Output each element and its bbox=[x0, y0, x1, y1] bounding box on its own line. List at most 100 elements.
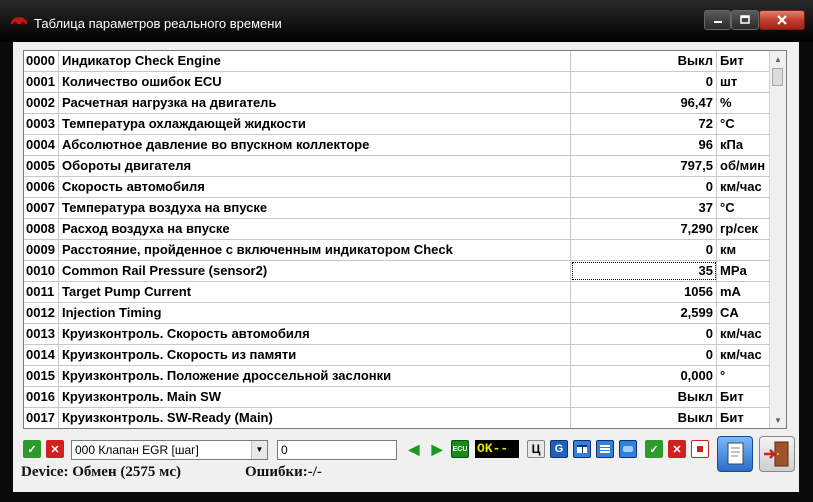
exit-button[interactable] bbox=[759, 436, 795, 472]
param-value[interactable]: 2,599 bbox=[571, 303, 717, 323]
param-value[interactable]: 96 bbox=[571, 135, 717, 155]
table-row[interactable]: 0008 Расход воздуха на впуске 7,290 гр/сек bbox=[24, 219, 772, 240]
stop-icon[interactable] bbox=[691, 440, 709, 458]
close-button[interactable] bbox=[759, 10, 805, 30]
g-button[interactable]: G bbox=[550, 440, 568, 458]
arrow-right-icon[interactable]: ▶ bbox=[428, 440, 446, 458]
table-row[interactable]: 0005 Обороты двигателя 797,5 об/мин bbox=[24, 156, 772, 177]
param-id: 0016 bbox=[24, 387, 59, 407]
table-row[interactable]: 0002 Расчетная нагрузка на двигатель 96,47… bbox=[24, 93, 772, 114]
client-area: 0000 Индикатор Check Engine Выкл Бит 0001 Кол… bbox=[13, 42, 799, 492]
exit-door-icon bbox=[764, 441, 789, 467]
table-row[interactable]: 0007 Температура воздуха на впуске 37 °C bbox=[24, 198, 772, 219]
ecu-icon[interactable]: ECU bbox=[451, 440, 469, 458]
vertical-scrollbar[interactable]: ▲ ▼ bbox=[769, 51, 786, 428]
table-row[interactable]: 0010 Common Rail Pressure (sensor2) 35 MPa bbox=[24, 261, 772, 282]
param-value[interactable]: 0 bbox=[571, 177, 717, 197]
param-unit: км/час bbox=[720, 326, 762, 341]
scroll-thumb[interactable] bbox=[772, 68, 783, 86]
minimize-icon bbox=[713, 21, 722, 23]
param-unit: CA bbox=[720, 305, 739, 320]
maximize-button[interactable] bbox=[731, 10, 759, 30]
param-value[interactable]: 0 bbox=[571, 324, 717, 344]
parameters-table[interactable]: 0000 Индикатор Check Engine Выкл Бит 0001 Кол… bbox=[23, 50, 787, 429]
param-value[interactable]: 0 bbox=[571, 72, 717, 92]
param-name: Круизконтроль. Скорость из памяти bbox=[59, 345, 571, 365]
param-name: Круизконтроль. Main SW bbox=[59, 387, 571, 407]
panel-icon[interactable] bbox=[619, 440, 637, 458]
bottom-toolbar: ✓ ✕ 000 Клапан EGR [шаг] ▼ 0 ◀ ▶ ECU OK-… bbox=[13, 440, 799, 462]
table-row[interactable]: 0000 Индикатор Check Engine Выкл Бит bbox=[24, 51, 772, 72]
close-icon bbox=[777, 15, 787, 25]
param-unit: об/мин bbox=[720, 158, 766, 173]
chevron-down-icon[interactable]: ▼ bbox=[251, 441, 267, 459]
window-layout-icon[interactable] bbox=[573, 440, 591, 458]
param-value[interactable]: Выкл bbox=[571, 408, 717, 428]
table-row[interactable]: 0012 Injection Timing 2,599 CA bbox=[24, 303, 772, 324]
minimize-button[interactable] bbox=[704, 10, 731, 30]
list-view-icon[interactable] bbox=[596, 440, 614, 458]
table-row[interactable]: 0003 Температура охлаждающей жидкости 72 °C bbox=[24, 114, 772, 135]
param-value[interactable]: 37 bbox=[571, 198, 717, 218]
param-id: 0013 bbox=[24, 324, 59, 344]
param-id: 0000 bbox=[24, 51, 59, 71]
param-value[interactable]: 1056 bbox=[571, 282, 717, 302]
table-row[interactable]: 0015 Круизконтроль. Положение дроссельной… bbox=[24, 366, 772, 387]
table-row[interactable]: 0013 Круизконтроль. Скорость автомобиля 0 к… bbox=[24, 324, 772, 345]
param-name: Температура воздуха на впуске bbox=[59, 198, 571, 218]
scroll-down-icon[interactable]: ▼ bbox=[770, 412, 786, 428]
parameter-select[interactable]: 000 Клапан EGR [шаг] ▼ bbox=[71, 440, 268, 460]
device-status: Device: Обмен (2575 мс) bbox=[21, 464, 181, 480]
window-title: Таблица параметров реального времени bbox=[34, 16, 282, 31]
param-unit: км/час bbox=[720, 347, 762, 362]
param-id: 0011 bbox=[24, 282, 59, 302]
param-name: Common Rail Pressure (sensor2) bbox=[59, 261, 571, 281]
table-row[interactable]: 0006 Скорость автомобиля 0 км/час bbox=[24, 177, 772, 198]
param-value[interactable]: Выкл bbox=[571, 387, 717, 407]
param-unit: Бит bbox=[720, 410, 744, 425]
arrow-left-icon[interactable]: ◀ bbox=[405, 440, 423, 458]
param-name: Круизконтроль. Положение дроссельной зас… bbox=[59, 366, 571, 386]
table-row[interactable]: 0004 Абсолютное давление во впускном колл… bbox=[24, 135, 772, 156]
param-id: 0002 bbox=[24, 93, 59, 113]
param-unit: mA bbox=[720, 284, 741, 299]
check-icon[interactable]: ✓ bbox=[645, 440, 663, 458]
param-id: 0001 bbox=[24, 72, 59, 92]
param-name: Расчетная нагрузка на двигатель bbox=[59, 93, 571, 113]
param-value[interactable]: 0,000 bbox=[571, 366, 717, 386]
param-value[interactable]: Выкл bbox=[571, 51, 717, 71]
param-id: 0009 bbox=[24, 240, 59, 260]
table-row[interactable]: 0014 Круизконтроль. Скорость из памяти 0 км… bbox=[24, 345, 772, 366]
param-name: Скорость автомобиля bbox=[59, 177, 571, 197]
param-name: Расстояние, пройденное с включенным инди… bbox=[59, 240, 571, 260]
param-value[interactable]: 72 bbox=[571, 114, 717, 134]
param-unit: °C bbox=[720, 116, 735, 131]
param-unit: км/час bbox=[720, 179, 762, 194]
param-value[interactable]: 7,290 bbox=[571, 219, 717, 239]
errors-status: Ошибки:-/- bbox=[245, 464, 322, 480]
car-icon bbox=[11, 17, 27, 26]
table-row[interactable]: 0016 Круизконтроль. Main SW Выкл Бит bbox=[24, 387, 772, 408]
table-row[interactable]: 0017 Круизконтроль. SW-Ready (Main) Выкл Би… bbox=[24, 408, 772, 428]
report-button[interactable] bbox=[717, 436, 753, 472]
param-id: 0014 bbox=[24, 345, 59, 365]
param-name: Круизконтроль. SW-Ready (Main) bbox=[59, 408, 571, 428]
param-name: Injection Timing bbox=[59, 303, 571, 323]
check-icon[interactable]: ✓ bbox=[23, 440, 41, 458]
table-row[interactable]: 0009 Расстояние, пройденное с включенным … bbox=[24, 240, 772, 261]
param-unit: MPa bbox=[720, 263, 747, 278]
param-value[interactable]: 96,47 bbox=[571, 93, 717, 113]
value-input[interactable]: 0 bbox=[277, 440, 397, 460]
param-value[interactable]: 0 bbox=[571, 240, 717, 260]
c-button[interactable]: Ц bbox=[527, 440, 545, 458]
table-row[interactable]: 0001 Количество ошибок ECU 0 шт bbox=[24, 72, 772, 93]
scroll-up-icon[interactable]: ▲ bbox=[770, 51, 786, 67]
param-value[interactable]: 35 bbox=[571, 261, 717, 281]
title-bar[interactable]: Таблица параметров реального времени bbox=[0, 0, 813, 42]
param-value[interactable]: 0 bbox=[571, 345, 717, 365]
table-row[interactable]: 0011 Target Pump Current 1056 mA bbox=[24, 282, 772, 303]
cancel-icon[interactable]: ✕ bbox=[668, 440, 686, 458]
param-name: Температура охлаждающей жидкости bbox=[59, 114, 571, 134]
param-value[interactable]: 797,5 bbox=[571, 156, 717, 176]
cancel-icon[interactable]: ✕ bbox=[46, 440, 64, 458]
